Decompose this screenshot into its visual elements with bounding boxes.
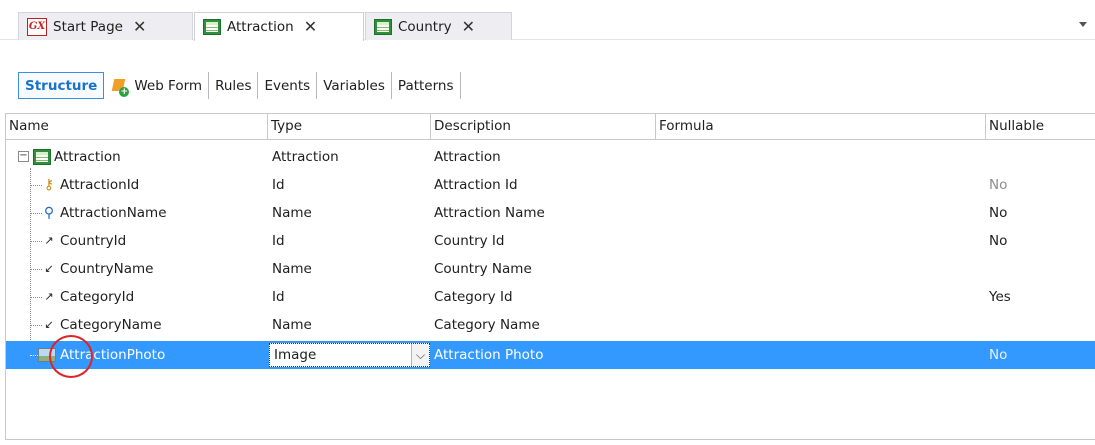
tab-attraction[interactable]: Attraction ✕: [194, 12, 364, 41]
document-tab-strip: GX Start Page ✕ Attraction ✕ Country ✕: [0, 0, 1095, 41]
row-name: CountryId: [60, 233, 127, 249]
table-row-root[interactable]: − Attraction Attraction Attraction: [6, 143, 1095, 171]
row-name: Attraction: [54, 149, 121, 165]
row-type: Id: [272, 289, 285, 305]
grid-header: Name Type Description Formula Nullable: [6, 113, 1095, 140]
row-description: Attraction Id: [434, 177, 518, 193]
table-row[interactable]: ⚷ AttractionId Id Attraction Id No: [6, 171, 1095, 199]
close-icon[interactable]: ✕: [133, 18, 146, 35]
arrow-up-icon: ↗: [44, 234, 54, 247]
web-form-icon: [112, 78, 130, 97]
tab-label: Start Page: [53, 18, 123, 35]
row-nullable: No: [989, 177, 1008, 193]
column-header-nullable[interactable]: Nullable: [986, 114, 1095, 140]
row-nullable: No: [989, 233, 1008, 249]
row-name: CategoryId: [60, 289, 135, 305]
row-description: Category Name: [434, 317, 540, 333]
table-row[interactable]: ↗ CountryId Id Country Id No: [6, 227, 1095, 255]
subtab-label: Variables: [323, 77, 385, 94]
row-type: Attraction: [272, 149, 339, 165]
close-icon[interactable]: ✕: [462, 18, 475, 35]
subtab-label: Structure: [25, 77, 98, 94]
search-icon: ⚲: [43, 205, 55, 221]
row-type: Name: [272, 205, 312, 221]
column-header-formula[interactable]: Formula: [656, 114, 986, 140]
column-header-type[interactable]: Type: [268, 114, 431, 140]
row-name: CountryName: [60, 261, 154, 277]
subtab-label: Patterns: [397, 77, 454, 94]
subtab-rules[interactable]: Rules: [209, 72, 259, 99]
arrow-up-icon: ↗: [44, 290, 54, 303]
row-type: Name: [272, 317, 312, 333]
row-name: AttractionId: [60, 177, 140, 193]
row-description: Attraction Name: [434, 205, 545, 221]
row-description: Country Name: [434, 261, 532, 277]
tab-label: Attraction: [227, 19, 294, 35]
subtab-label: Rules: [215, 77, 252, 94]
close-icon[interactable]: ✕: [304, 19, 317, 35]
chevron-down-icon[interactable]: ⌵: [411, 344, 429, 366]
column-header-description[interactable]: Description: [431, 114, 656, 140]
transaction-icon: [374, 18, 392, 35]
row-type: Id: [272, 233, 285, 249]
tab-start-page[interactable]: GX Start Page ✕: [18, 12, 193, 40]
subtab-label: Events: [264, 77, 311, 94]
table-row[interactable]: ↗ CategoryId Id Category Id Yes: [6, 283, 1095, 311]
collapse-icon[interactable]: −: [18, 151, 29, 162]
row-type: Id: [272, 177, 285, 193]
gx-logo-icon: GX: [27, 17, 47, 36]
subtab-structure[interactable]: Structure: [18, 72, 105, 99]
table-row[interactable]: ⚲ AttractionName Name Attraction Name No: [6, 199, 1095, 227]
key-icon: ⚷: [43, 177, 55, 193]
table-row[interactable]: ↙ CategoryName Name Category Name: [6, 311, 1095, 339]
transaction-icon: [203, 19, 221, 35]
row-description: Country Id: [434, 233, 505, 249]
table-row-selected[interactable]: AttractionPhoto Image ⌵ Attraction Photo…: [6, 341, 1095, 369]
row-nullable: No: [989, 205, 1008, 221]
row-type: Name: [272, 261, 312, 277]
subtab-web-form[interactable]: Web Form: [104, 72, 210, 99]
row-nullable: Yes: [989, 289, 1011, 305]
subtab-label: Web Form: [134, 77, 203, 94]
row-name: AttractionName: [60, 205, 167, 221]
tab-country[interactable]: Country ✕: [365, 12, 512, 40]
object-part-tabs: Structure Web Form Rules Events Variable…: [18, 72, 461, 99]
subtab-patterns[interactable]: Patterns: [392, 72, 461, 99]
tab-label: Country: [398, 18, 452, 35]
row-nullable: No: [989, 347, 1008, 363]
highlight-circle-annotation: [49, 335, 93, 378]
table-row[interactable]: ↙ CountryName Name Country Name: [6, 255, 1095, 283]
row-description: Attraction Photo: [434, 347, 544, 363]
subtab-variables[interactable]: Variables: [317, 72, 392, 99]
arrow-down-icon: ↙: [44, 318, 54, 331]
type-combo-box[interactable]: Image ⌵: [269, 343, 430, 367]
structure-grid: Name Type Description Formula Nullable −…: [5, 113, 1095, 440]
arrow-down-icon: ↙: [44, 262, 54, 275]
subtab-events[interactable]: Events: [258, 72, 318, 99]
row-description: Category Id: [434, 289, 513, 305]
transaction-icon: [33, 149, 51, 165]
tab-list-dropdown-icon[interactable]: [1079, 22, 1087, 27]
column-header-name[interactable]: Name: [6, 114, 268, 140]
type-combo-value: Image: [274, 347, 317, 363]
row-description: Attraction: [434, 149, 501, 165]
